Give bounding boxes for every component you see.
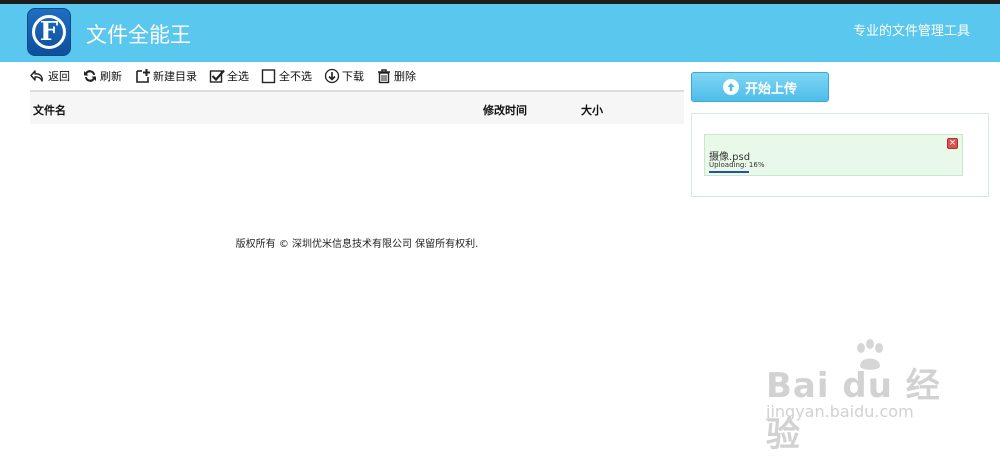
watermark-brand: Bai du 经验 — [766, 366, 941, 455]
watermark-url: jingyan.baidu.com — [766, 402, 914, 421]
app-header: F 文件全能王 专业的文件管理工具 — [0, 4, 1000, 62]
upload-arrow-icon — [722, 79, 739, 95]
app-tagline: 专业的文件管理工具 — [852, 24, 970, 39]
new-folder-button[interactable]: 新建目录 — [135, 66, 197, 86]
deselect-all-button[interactable]: 全不选 — [261, 66, 312, 86]
select-all-label: 全选 — [227, 70, 249, 83]
checkbox-empty-icon — [261, 69, 276, 84]
delete-label: 删除 — [394, 70, 416, 83]
start-upload-label: 开始上传 — [744, 81, 797, 97]
refresh-icon — [84, 70, 96, 82]
select-all-button[interactable]: 全选 — [209, 66, 249, 86]
app-title: 文件全能王 — [86, 23, 191, 47]
back-label: 返回 — [48, 70, 70, 83]
column-filename[interactable]: 文件名 — [33, 102, 66, 118]
new-folder-icon — [136, 69, 150, 83]
app-logo: F — [27, 8, 71, 56]
upload-queue-item: × 摄像.psd Uploading: 16% — [704, 134, 963, 176]
refresh-button[interactable]: 刷新 — [82, 66, 122, 86]
logo-letter: F — [39, 17, 59, 47]
checkbox-checked-icon — [209, 69, 225, 83]
column-size[interactable]: 大小 — [581, 102, 603, 118]
upload-progress-fill — [709, 171, 749, 173]
upload-progress-track — [709, 171, 959, 173]
delete-button[interactable]: 删除 — [376, 66, 416, 86]
remove-item-close-icon[interactable]: × — [947, 138, 958, 149]
back-button[interactable]: 返回 — [30, 66, 70, 86]
download-button[interactable]: 下载 — [324, 66, 364, 86]
column-modified-time[interactable]: 修改时间 — [483, 102, 527, 118]
file-table-header: 文件名 修改时间 大小 — [30, 90, 684, 124]
upload-status: Uploading: 16% — [709, 161, 765, 169]
upload-queue: × 摄像.psd Uploading: 16% — [691, 113, 989, 197]
download-label: 下载 — [342, 70, 364, 83]
trash-icon — [378, 69, 390, 84]
back-icon — [30, 70, 43, 82]
refresh-label: 刷新 — [100, 70, 122, 83]
start-upload-button[interactable]: 开始上传 — [691, 72, 829, 102]
new-folder-label: 新建目录 — [153, 70, 197, 83]
download-icon — [324, 68, 340, 84]
baidu-paw-icon — [857, 339, 883, 370]
footer-copyright: 版权所有 © 深圳优米信息技术有限公司 保留所有权利. — [235, 239, 479, 250]
baidu-jingyan-watermark: Bai du 经验 jingyan.baidu.com — [760, 338, 960, 455]
deselect-all-label: 全不选 — [279, 70, 312, 83]
